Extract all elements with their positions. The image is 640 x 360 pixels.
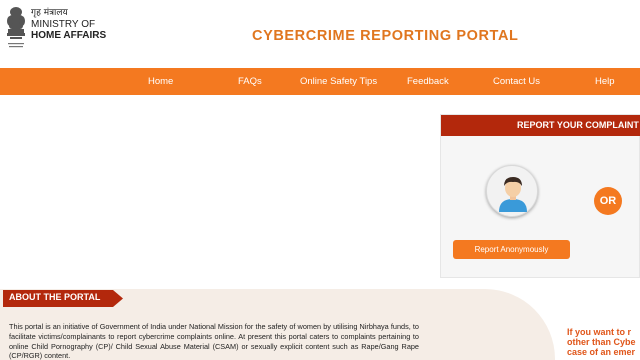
user-avatar-icon[interactable]	[486, 165, 538, 217]
ministry-line-2: HOME AFFAIRS	[31, 30, 107, 41]
nav-home[interactable]: Home	[148, 68, 173, 95]
about-text: This portal is an initiative of Governme…	[9, 322, 419, 360]
nav-help[interactable]: Help	[595, 68, 615, 95]
nav-faqs[interactable]: FAQs	[238, 68, 262, 95]
national-emblem-icon	[7, 7, 25, 48]
emergency-note-line-1: If you want to r	[567, 327, 631, 337]
report-complaint-panel: REPORT YOUR COMPLAINT OR Report Anonymou…	[440, 114, 640, 278]
report-anonymously-button[interactable]: Report Anonymously	[453, 240, 570, 259]
emergency-note-line-2: other than Cybe	[567, 337, 636, 347]
nav-feedback[interactable]: Feedback	[407, 68, 449, 95]
avatar-graphic	[499, 177, 527, 212]
main-nav: Home FAQs Online Safety Tips Feedback Co…	[0, 68, 640, 95]
ministry-name: गृह मंत्रालय MINISTRY OF HOME AFFAIRS	[31, 8, 106, 41]
emergency-note: If you want to r other than Cybe case of…	[567, 327, 640, 357]
portal-title: CYBERCRIME REPORTING PORTAL	[252, 28, 519, 44]
emergency-note-line-3: case of an emer	[567, 347, 636, 357]
site-header: गृह मंत्रालय MINISTRY OF HOME AFFAIRS CY…	[0, 0, 640, 68]
ministry-hindi: गृह मंत्रालय	[31, 8, 68, 18]
report-panel-header: REPORT YOUR COMPLAINT	[441, 115, 640, 136]
or-badge: OR	[594, 187, 622, 215]
about-title: ABOUT THE PORTAL	[9, 292, 101, 302]
nav-online-safety-tips[interactable]: Online Safety Tips	[300, 68, 377, 95]
ministry-line-1: MINISTRY OF	[31, 19, 96, 30]
nav-contact-us[interactable]: Contact Us	[493, 68, 540, 95]
